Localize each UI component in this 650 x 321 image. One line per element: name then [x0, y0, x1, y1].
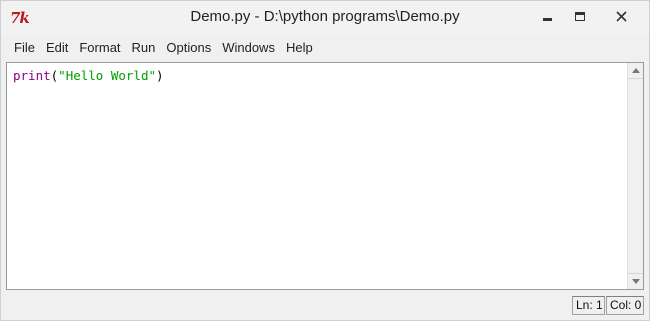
code-line-1[interactable]: print("Hello World") — [13, 68, 164, 83]
status-line-number: Ln: 1 — [572, 296, 605, 315]
status-bar: Ln: 1 Col: 0 — [1, 292, 649, 320]
menu-help[interactable]: Help — [281, 38, 318, 58]
menu-file[interactable]: File — [9, 38, 40, 58]
menu-run[interactable]: Run — [127, 38, 161, 58]
scroll-down-button[interactable] — [628, 273, 643, 289]
minimize-icon — [542, 17, 552, 21]
idle-editor-window: 7k Demo.py - D:\python programs\Demo.py … — [0, 0, 650, 321]
maximize-button[interactable] — [565, 5, 595, 27]
close-button[interactable] — [601, 5, 641, 27]
arrow-up-icon — [631, 68, 640, 73]
menu-edit[interactable]: Edit — [41, 38, 73, 58]
scroll-up-button[interactable] — [628, 63, 643, 79]
vertical-scrollbar[interactable] — [627, 63, 643, 289]
menu-bar: File Edit Format Run Options Windows Hel… — [1, 37, 649, 59]
title-bar[interactable]: 7k Demo.py - D:\python programs\Demo.py — [1, 1, 649, 35]
close-icon — [615, 10, 627, 22]
menu-options[interactable]: Options — [161, 38, 216, 58]
code-editor[interactable]: print("Hello World") — [6, 62, 644, 290]
status-column-number: Col: 0 — [606, 296, 644, 315]
menu-windows[interactable]: Windows — [217, 38, 280, 58]
minimize-button[interactable] — [532, 5, 562, 27]
code-string-literal: "Hello World" — [58, 68, 157, 83]
menu-format[interactable]: Format — [74, 38, 125, 58]
code-keyword-print: print — [13, 68, 51, 83]
arrow-down-icon — [631, 279, 640, 284]
code-close-paren: ) — [156, 68, 164, 83]
maximize-icon — [575, 11, 585, 21]
